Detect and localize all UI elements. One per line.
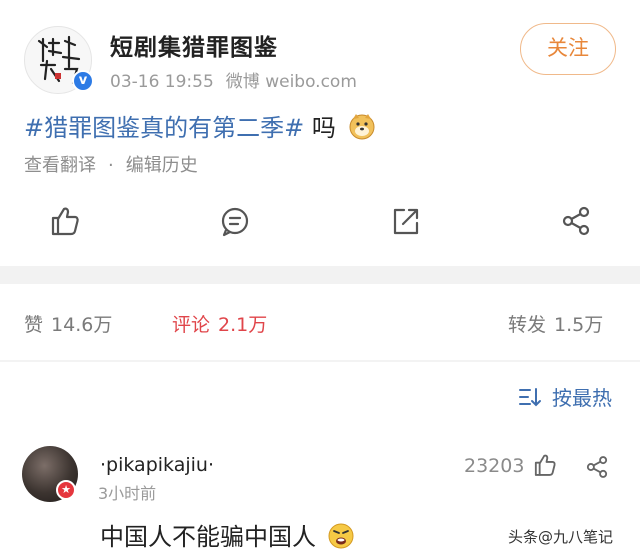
likes-count: 14.6万 <box>51 314 113 336</box>
doge-emoji-icon <box>348 112 376 146</box>
link-separator: · <box>108 155 114 176</box>
sort-label: 按最热 <box>552 386 612 410</box>
watermark: 头条@九八笔记 <box>506 526 616 547</box>
comments-count: 2.1万 <box>218 314 268 336</box>
angry-emoji-icon <box>328 523 354 555</box>
comment-time: 3小时前 <box>98 484 157 503</box>
comment-share-icon[interactable] <box>584 454 610 484</box>
reposts-label: 转发 <box>508 314 547 336</box>
account-name[interactable]: 短剧集猎罪图鉴 <box>110 28 278 62</box>
share-icon[interactable] <box>559 204 593 238</box>
comment-body: 中国人不能骗中国人 <box>100 523 316 551</box>
likes-tab[interactable]: 赞 14.6万 <box>24 310 112 337</box>
like-icon[interactable] <box>48 204 82 238</box>
post-time: 03-16 19:55 <box>110 72 214 92</box>
follow-button[interactable]: 关注 <box>520 23 616 75</box>
section-divider <box>0 266 640 284</box>
comment-icon[interactable] <box>218 204 252 238</box>
comments-tab[interactable]: 评论 2.1万 <box>172 310 267 337</box>
reposts-count: 1.5万 <box>554 314 604 336</box>
comment-like-count: 23203 <box>464 455 525 477</box>
commenter-name[interactable]: ·pikapikajiu· <box>100 454 214 476</box>
verified-icon: v <box>72 70 94 92</box>
translate-link[interactable]: 查看翻译 <box>24 155 96 176</box>
post-meta: 03-16 19:55 微博 weibo.com <box>110 67 369 92</box>
reposts-tab[interactable]: 转发 1.5万 <box>508 310 603 337</box>
repost-icon[interactable] <box>389 204 423 238</box>
post-text-suffix: 吗 <box>304 114 336 142</box>
post-links: 查看翻译 · 编辑历史 <box>24 151 198 177</box>
stats-divider <box>0 360 640 362</box>
likes-label: 赞 <box>24 314 44 336</box>
edit-history-link[interactable]: 编辑历史 <box>126 155 198 176</box>
post-source: 微博 weibo.com <box>225 72 357 92</box>
comment-text: 中国人不能骗中国人 <box>100 517 354 555</box>
post-text: #猎罪图鉴真的有第二季# 吗 <box>24 108 376 146</box>
sort-icon <box>519 387 541 406</box>
comment-like-icon[interactable] <box>532 452 558 482</box>
sort-button[interactable]: 按最热 <box>518 382 612 411</box>
member-badge-icon: ★ <box>56 480 76 500</box>
comments-label: 评论 <box>172 314 211 336</box>
post-hashtag[interactable]: #猎罪图鉴真的有第二季# <box>24 114 304 142</box>
